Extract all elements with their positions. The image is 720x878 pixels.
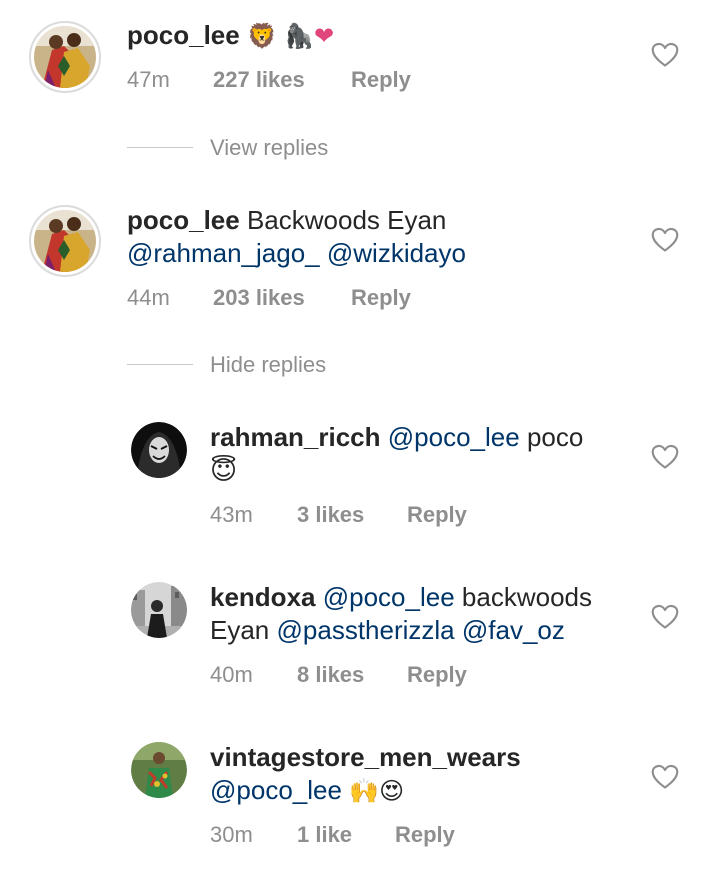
comment-likes[interactable]: 203 likes bbox=[213, 285, 305, 311]
comment-body: Backwoods Eyan bbox=[246, 205, 447, 235]
avatar-image bbox=[34, 26, 96, 88]
reply-button[interactable]: Reply bbox=[351, 67, 411, 93]
angel-emoji: 😇 bbox=[210, 456, 238, 486]
avatar-image bbox=[131, 582, 187, 638]
lion-emoji: 🦁 bbox=[246, 22, 277, 50]
reply-button[interactable]: Reply bbox=[395, 822, 455, 848]
comment-username[interactable]: poco_lee bbox=[127, 20, 240, 50]
mention-link[interactable]: @passtherizzla bbox=[277, 615, 455, 645]
hide-replies-button[interactable]: Hide replies bbox=[210, 352, 326, 378]
reply-body: poco bbox=[526, 422, 584, 452]
heart-outline-icon[interactable] bbox=[651, 604, 679, 630]
avatar-image bbox=[34, 210, 96, 272]
heart-outline-icon[interactable] bbox=[651, 444, 679, 470]
reply-likes[interactable]: 3 likes bbox=[297, 502, 364, 528]
avatar[interactable] bbox=[131, 742, 187, 798]
mention-link[interactable]: @poco_lee bbox=[323, 582, 455, 612]
comment-username[interactable]: poco_lee bbox=[127, 205, 240, 235]
reply-text: rahman_ricch @poco_lee poco 😇 bbox=[210, 421, 640, 488]
mention-link[interactable]: @poco_lee bbox=[210, 775, 342, 805]
reply-time: 30m bbox=[210, 822, 253, 847]
mention-link[interactable]: @wizkidayo bbox=[327, 238, 466, 268]
mention-link[interactable]: @fav_oz bbox=[462, 615, 565, 645]
view-replies-button[interactable]: View replies bbox=[210, 135, 328, 161]
avatar[interactable] bbox=[131, 582, 187, 638]
avatar[interactable] bbox=[29, 21, 101, 93]
reply-meta: 40m 8 likes Reply bbox=[210, 662, 570, 690]
reply-time: 40m bbox=[210, 662, 253, 687]
reply-likes[interactable]: 8 likes bbox=[297, 662, 364, 688]
reply-meta: 43m 3 likes Reply bbox=[210, 502, 570, 530]
reply-likes[interactable]: 1 like bbox=[297, 822, 352, 848]
avatar-image bbox=[131, 422, 187, 478]
raising-hands-emoji: 🙌 bbox=[349, 777, 380, 805]
reply-button[interactable]: Reply bbox=[407, 502, 467, 528]
reply-body-continued: Eyan bbox=[210, 615, 270, 645]
comment-meta: 44m 203 likes Reply bbox=[127, 285, 527, 313]
heart-outline-icon[interactable] bbox=[651, 764, 679, 790]
reply-body: backwoods bbox=[461, 582, 592, 612]
gorilla-emoji: 🦍 bbox=[284, 22, 314, 50]
heart-outline-icon[interactable] bbox=[651, 227, 679, 253]
reply-text: vintagestore_men_wears @poco_lee 🙌😍 bbox=[210, 741, 640, 808]
mention-link[interactable]: @poco_lee bbox=[388, 422, 520, 452]
reply-text: kendoxa @poco_lee backwoods Eyan @passth… bbox=[210, 581, 640, 647]
heart-emoji: ❤ bbox=[313, 22, 335, 50]
reply-username[interactable]: rahman_ricch bbox=[210, 422, 381, 452]
reply-button[interactable]: Reply bbox=[351, 285, 411, 311]
comment-text: poco_lee Backwoods Eyan @rahman_jago_ @w… bbox=[127, 204, 607, 270]
avatar[interactable] bbox=[131, 422, 187, 478]
reply-username[interactable]: kendoxa bbox=[210, 582, 316, 612]
comment-text: poco_lee 🦁 🦍❤ bbox=[127, 19, 334, 53]
comment-time: 47m bbox=[127, 67, 170, 92]
replies-divider bbox=[127, 364, 193, 365]
avatar-image bbox=[131, 742, 187, 798]
reply-meta: 30m 1 like Reply bbox=[210, 822, 570, 850]
reply-time: 43m bbox=[210, 502, 253, 527]
reply-username[interactable]: vintagestore_men_wears bbox=[210, 742, 521, 772]
mention-link[interactable]: @rahman_jago_ bbox=[127, 238, 320, 268]
comment-meta: 47m 227 likes Reply bbox=[127, 67, 527, 95]
avatar[interactable] bbox=[29, 205, 101, 277]
heart-outline-icon[interactable] bbox=[651, 42, 679, 68]
replies-divider bbox=[127, 147, 193, 148]
comment-likes[interactable]: 227 likes bbox=[213, 67, 305, 93]
comment-time: 44m bbox=[127, 285, 170, 310]
heart-eyes-emoji: 😍 bbox=[379, 777, 405, 805]
reply-button[interactable]: Reply bbox=[407, 662, 467, 688]
